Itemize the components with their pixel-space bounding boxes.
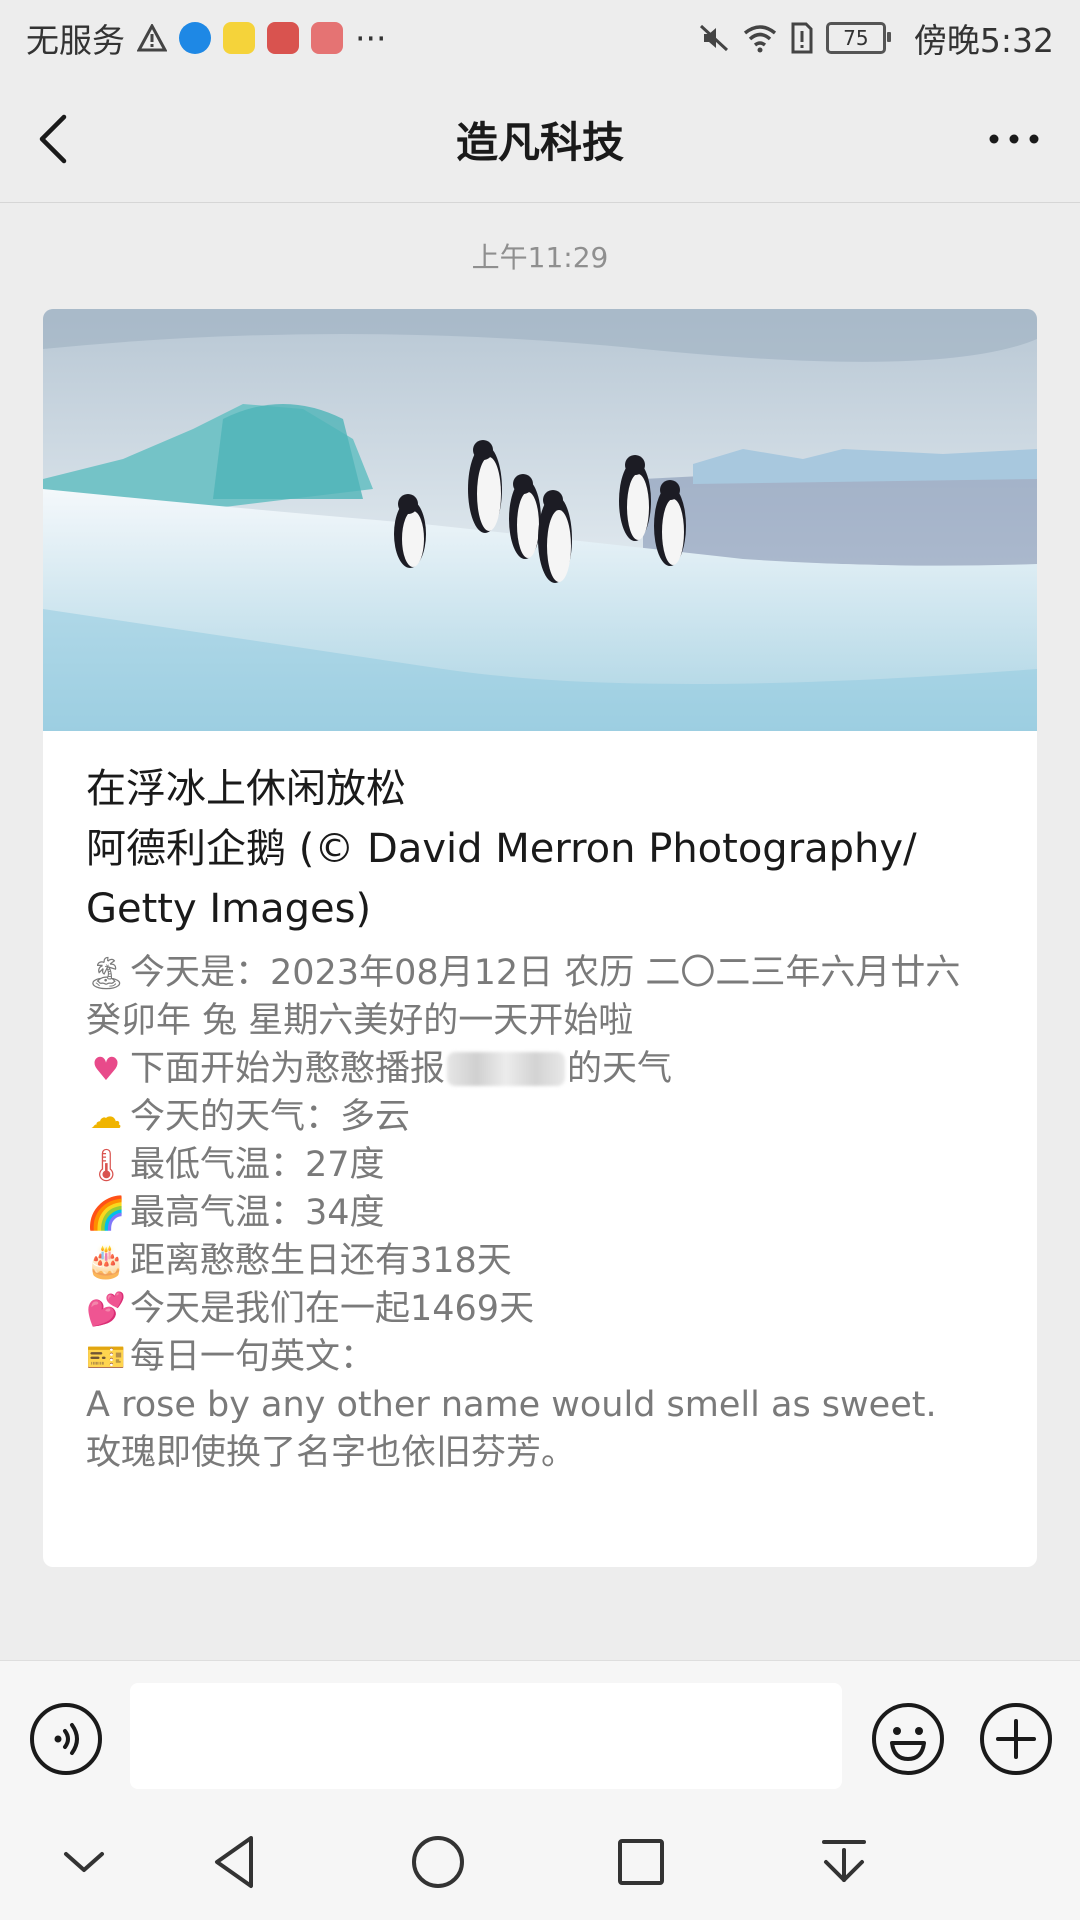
plus-icon bbox=[980, 1703, 1052, 1775]
card-title-line: 阿德利企鹅 (© David Merron Photography/ bbox=[86, 826, 917, 872]
overflow-indicator: ··· bbox=[355, 18, 387, 58]
app-notification-icon bbox=[223, 22, 255, 54]
nav-collapse-button[interactable] bbox=[52, 1830, 116, 1894]
voice-button[interactable] bbox=[28, 1701, 104, 1777]
chat-input-bar bbox=[0, 1660, 1080, 1801]
cloud-sun-icon: ☁ bbox=[90, 1098, 122, 1136]
broadcast-line: ♥ 下面开始为憨憨播报 的天气 bbox=[86, 1045, 1006, 1093]
nav-home-button[interactable] bbox=[406, 1830, 470, 1894]
sim-alert-icon bbox=[791, 22, 813, 54]
article-card[interactable]: 在浮冰上休闲放松 阿德利企鹅 (© David Merron Photograp… bbox=[43, 309, 1037, 1567]
emoji-icon bbox=[872, 1703, 944, 1775]
island-icon: 🏝 bbox=[86, 954, 127, 992]
card-title: 在浮冰上休闲放松 阿德利企鹅 (© David Merron Photograp… bbox=[86, 759, 1006, 939]
back-button[interactable] bbox=[30, 109, 90, 169]
more-icon bbox=[989, 134, 1039, 144]
birthday-line: 🎂 距离憨憨生日还有318天 bbox=[86, 1241, 512, 1281]
alipay-app-icon bbox=[179, 22, 211, 54]
english-sentence: A rose by any other name would smell as … bbox=[86, 1385, 937, 1425]
low-temp-line: 🌡 最低气温：27度 bbox=[86, 1145, 385, 1185]
gallery-app-icon bbox=[311, 22, 343, 54]
card-cover-image[interactable] bbox=[43, 309, 1037, 731]
together-line: 💕 今天是我们在一起1469天 bbox=[86, 1289, 535, 1329]
nav-recents-button[interactable] bbox=[609, 1830, 673, 1894]
warning-icon bbox=[137, 24, 167, 52]
circle-home-icon bbox=[412, 1836, 464, 1888]
chat-header: 造凡科技 bbox=[0, 76, 1080, 203]
voice-icon bbox=[30, 1703, 102, 1775]
nav-back-button[interactable] bbox=[203, 1830, 267, 1894]
back-arrow-icon bbox=[39, 114, 67, 164]
square-recents-icon bbox=[618, 1839, 664, 1885]
wifi-icon bbox=[743, 25, 776, 53]
huawei-app-icon bbox=[267, 22, 299, 54]
heart-icon: ♥ bbox=[91, 1050, 121, 1088]
system-nav-bar bbox=[0, 1800, 1080, 1920]
rainbow-icon: 🌈 bbox=[86, 1194, 126, 1232]
status-bar: 无服务 ··· 75 傍晚5:32 bbox=[0, 0, 1080, 76]
chat-title: 造凡科技 bbox=[455, 117, 624, 167]
chinese-sentence: 玫瑰即使换了名字也依旧芬芳。 bbox=[86, 1433, 577, 1473]
plus-button[interactable] bbox=[978, 1701, 1054, 1777]
card-title-line: Getty Images) bbox=[86, 886, 372, 932]
more-button[interactable] bbox=[970, 109, 1050, 169]
emoji-button[interactable] bbox=[870, 1701, 946, 1777]
clock-text: 傍晚5:32 bbox=[913, 21, 1054, 60]
message-input[interactable] bbox=[130, 1683, 842, 1789]
date-line: 🏝今天是：2023年08月12日 农历 二〇二三年六月廿六 癸卯年 兔 星期六美… bbox=[86, 953, 961, 1041]
pull-down-icon bbox=[822, 1840, 866, 1882]
blurred-location bbox=[447, 1052, 566, 1086]
battery-indicator: 75 bbox=[825, 22, 891, 54]
weather-line: ☁ 今天的天气：多云 bbox=[86, 1093, 1006, 1141]
cake-icon: 🎂 bbox=[86, 1242, 126, 1280]
thermometer-icon: 🌡 bbox=[86, 1146, 127, 1184]
two-hearts-icon: 💕 bbox=[86, 1290, 126, 1328]
card-title-line: 在浮冰上休闲放松 bbox=[86, 766, 406, 812]
card-body: 🏝今天是：2023年08月12日 农历 二〇二三年六月廿六 癸卯年 兔 星期六美… bbox=[86, 949, 1006, 1477]
carrier-text: 无服务 bbox=[26, 21, 125, 60]
message-timestamp: 上午11:29 bbox=[471, 241, 609, 274]
triangle-back-icon bbox=[215, 1836, 253, 1888]
ticket-icon: 🎫 bbox=[86, 1338, 126, 1376]
nav-notification-button[interactable] bbox=[812, 1830, 876, 1894]
high-temp-line: 🌈 最高气温：34度 bbox=[86, 1193, 385, 1233]
status-left: 无服务 ··· bbox=[26, 14, 386, 62]
english-label-line: 🎫 每日一句英文： bbox=[86, 1337, 376, 1377]
chevron-down-icon bbox=[64, 1852, 104, 1872]
mute-icon bbox=[699, 24, 728, 52]
status-right: 75 傍晚5:32 bbox=[698, 14, 1054, 62]
